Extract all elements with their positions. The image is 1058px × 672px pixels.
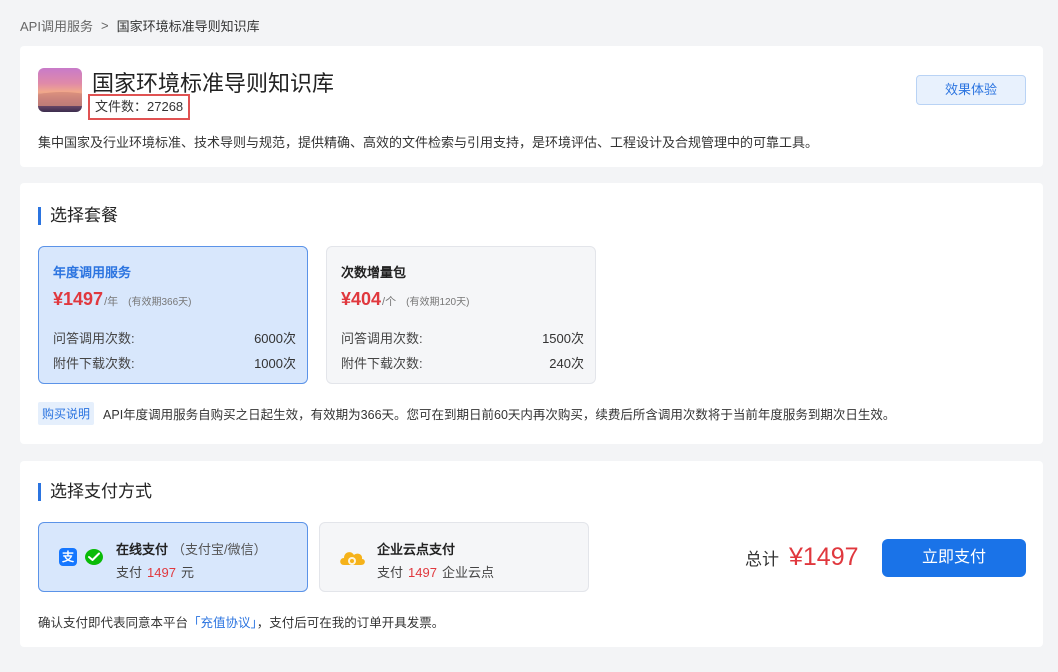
- plan-row-label: 问答调用次数:: [53, 331, 135, 346]
- recharge-agreement-link[interactable]: 「充值协议」: [188, 616, 257, 630]
- plan-row-download: 附件下载次数: 240次: [341, 353, 584, 372]
- breadcrumb: API调用服务 > 国家环境标准导则知识库: [20, 16, 260, 35]
- agreement-suffix: ，支付后可在我的订单开具发票。: [256, 616, 445, 630]
- plan-price-row: ¥404 /个 (有效期120天): [341, 289, 469, 310]
- breadcrumb-parent-link[interactable]: API调用服务: [20, 16, 93, 35]
- total-value: ¥1497: [789, 543, 859, 571]
- purchase-note: 购买说明 API年度调用服务自购买之日起生效，有效期为366天。您可在到期日前6…: [38, 402, 895, 425]
- plan-row-label: 附件下载次数:: [341, 356, 423, 371]
- payment-method-name: 企业云点支付: [377, 539, 455, 558]
- plan-price: ¥404: [341, 289, 382, 309]
- alipay-icon: 支: [59, 548, 77, 566]
- plan-validity: (有效期366天): [128, 297, 192, 308]
- payment-section-title: 选择支付方式: [38, 483, 152, 501]
- payment-method-title: 企业云点支付: [377, 542, 456, 557]
- payment-method-name: 在线支付 （支付宝/微信）: [116, 539, 267, 558]
- purchase-note-tag: 购买说明: [38, 402, 95, 425]
- total-label: 总计: [745, 550, 779, 569]
- breadcrumb-current: 国家环境标准导则知识库: [116, 19, 260, 34]
- try-effect-button[interactable]: 效果体验: [916, 75, 1026, 105]
- cloud-icon: [340, 552, 365, 565]
- plan-row-qa: 问答调用次数: 1500次: [341, 328, 584, 347]
- payment-amount-suffix: 元: [180, 565, 194, 580]
- payment-amount-row: 支付 1497 企业云点: [377, 562, 494, 581]
- knowledge-base-card: 国家环境标准导则知识库 文件数：27268 效果体验 集中国家及行业环境标准、技…: [20, 46, 1043, 167]
- plan-selection-card: 选择套餐 年度调用服务 ¥1497 /年 (有效期366天) 问答调用次数: 6…: [20, 183, 1043, 444]
- plan-option-annual[interactable]: 年度调用服务 ¥1497 /年 (有效期366天) 问答调用次数: 6000次 …: [38, 246, 308, 384]
- purchase-note-text: API年度调用服务自购买之日起生效，有效期为366天。您可在到期日前60天内再次…: [103, 408, 896, 422]
- plan-price: ¥1497: [53, 289, 104, 309]
- plan-row-download: 附件下载次数: 1000次: [53, 353, 296, 372]
- plan-row-qa: 问答调用次数: 6000次: [53, 328, 296, 347]
- payment-method-sub: （支付宝/微信）: [172, 542, 267, 557]
- payment-amount-prefix: 支付: [377, 565, 404, 580]
- payment-amount: 1497: [147, 565, 176, 580]
- payment-amount: 1497: [408, 565, 437, 580]
- payment-method-title: 在线支付: [116, 542, 169, 557]
- agreement-prefix: 确认支付即代表同意本平台: [38, 616, 189, 630]
- knowledge-base-thumbnail: [38, 68, 82, 112]
- payment-agreement-note: 确认支付即代表同意本平台「充值协议」，支付后可在我的订单开具发票。: [38, 612, 444, 631]
- plan-section-title: 选择套餐: [38, 207, 118, 225]
- total-amount: 总计 ¥1497: [745, 543, 859, 572]
- plan-row-label: 问答调用次数:: [341, 331, 423, 346]
- payment-card: 选择支付方式 支 在线支付 （支付宝/微信） 支付 1497 元 企业云点支付 支付 1…: [20, 461, 1043, 647]
- payment-amount-row: 支付 1497 元: [116, 562, 194, 581]
- payment-amount-suffix: 企业云点: [441, 565, 494, 580]
- pay-now-button[interactable]: 立即支付: [882, 539, 1026, 577]
- file-count-label: 文件数：27268: [88, 94, 191, 120]
- payment-option-online[interactable]: 支 在线支付 （支付宝/微信） 支付 1497 元: [38, 522, 308, 592]
- plan-row-value: 1500次: [542, 331, 584, 346]
- breadcrumb-separator: >: [100, 18, 109, 33]
- payment-amount-prefix: 支付: [116, 565, 143, 580]
- plan-row-value: 1000次: [254, 356, 296, 371]
- plan-row-label: 附件下载次数:: [53, 356, 135, 371]
- plan-name: 年度调用服务: [53, 265, 132, 280]
- plan-name: 次数增量包: [341, 265, 407, 280]
- plan-price-row: ¥1497 /年 (有效期366天): [53, 289, 191, 310]
- plan-row-value: 240次: [549, 356, 584, 371]
- wechat-icon: [85, 549, 103, 565]
- plan-unit: /年: [104, 296, 119, 308]
- plan-unit: /个: [382, 296, 397, 308]
- knowledge-base-description: 集中国家及行业环境标准、技术导则与规范，提供精确、高效的文件检索与引用支持，是环…: [38, 135, 819, 150]
- plan-row-value: 6000次: [254, 331, 296, 346]
- payment-option-cloud-points[interactable]: 企业云点支付 支付 1497 企业云点: [319, 522, 589, 592]
- plan-validity: (有效期120天): [406, 297, 470, 308]
- plan-option-addon[interactable]: 次数增量包 ¥404 /个 (有效期120天) 问答调用次数: 1500次 附件…: [326, 246, 596, 384]
